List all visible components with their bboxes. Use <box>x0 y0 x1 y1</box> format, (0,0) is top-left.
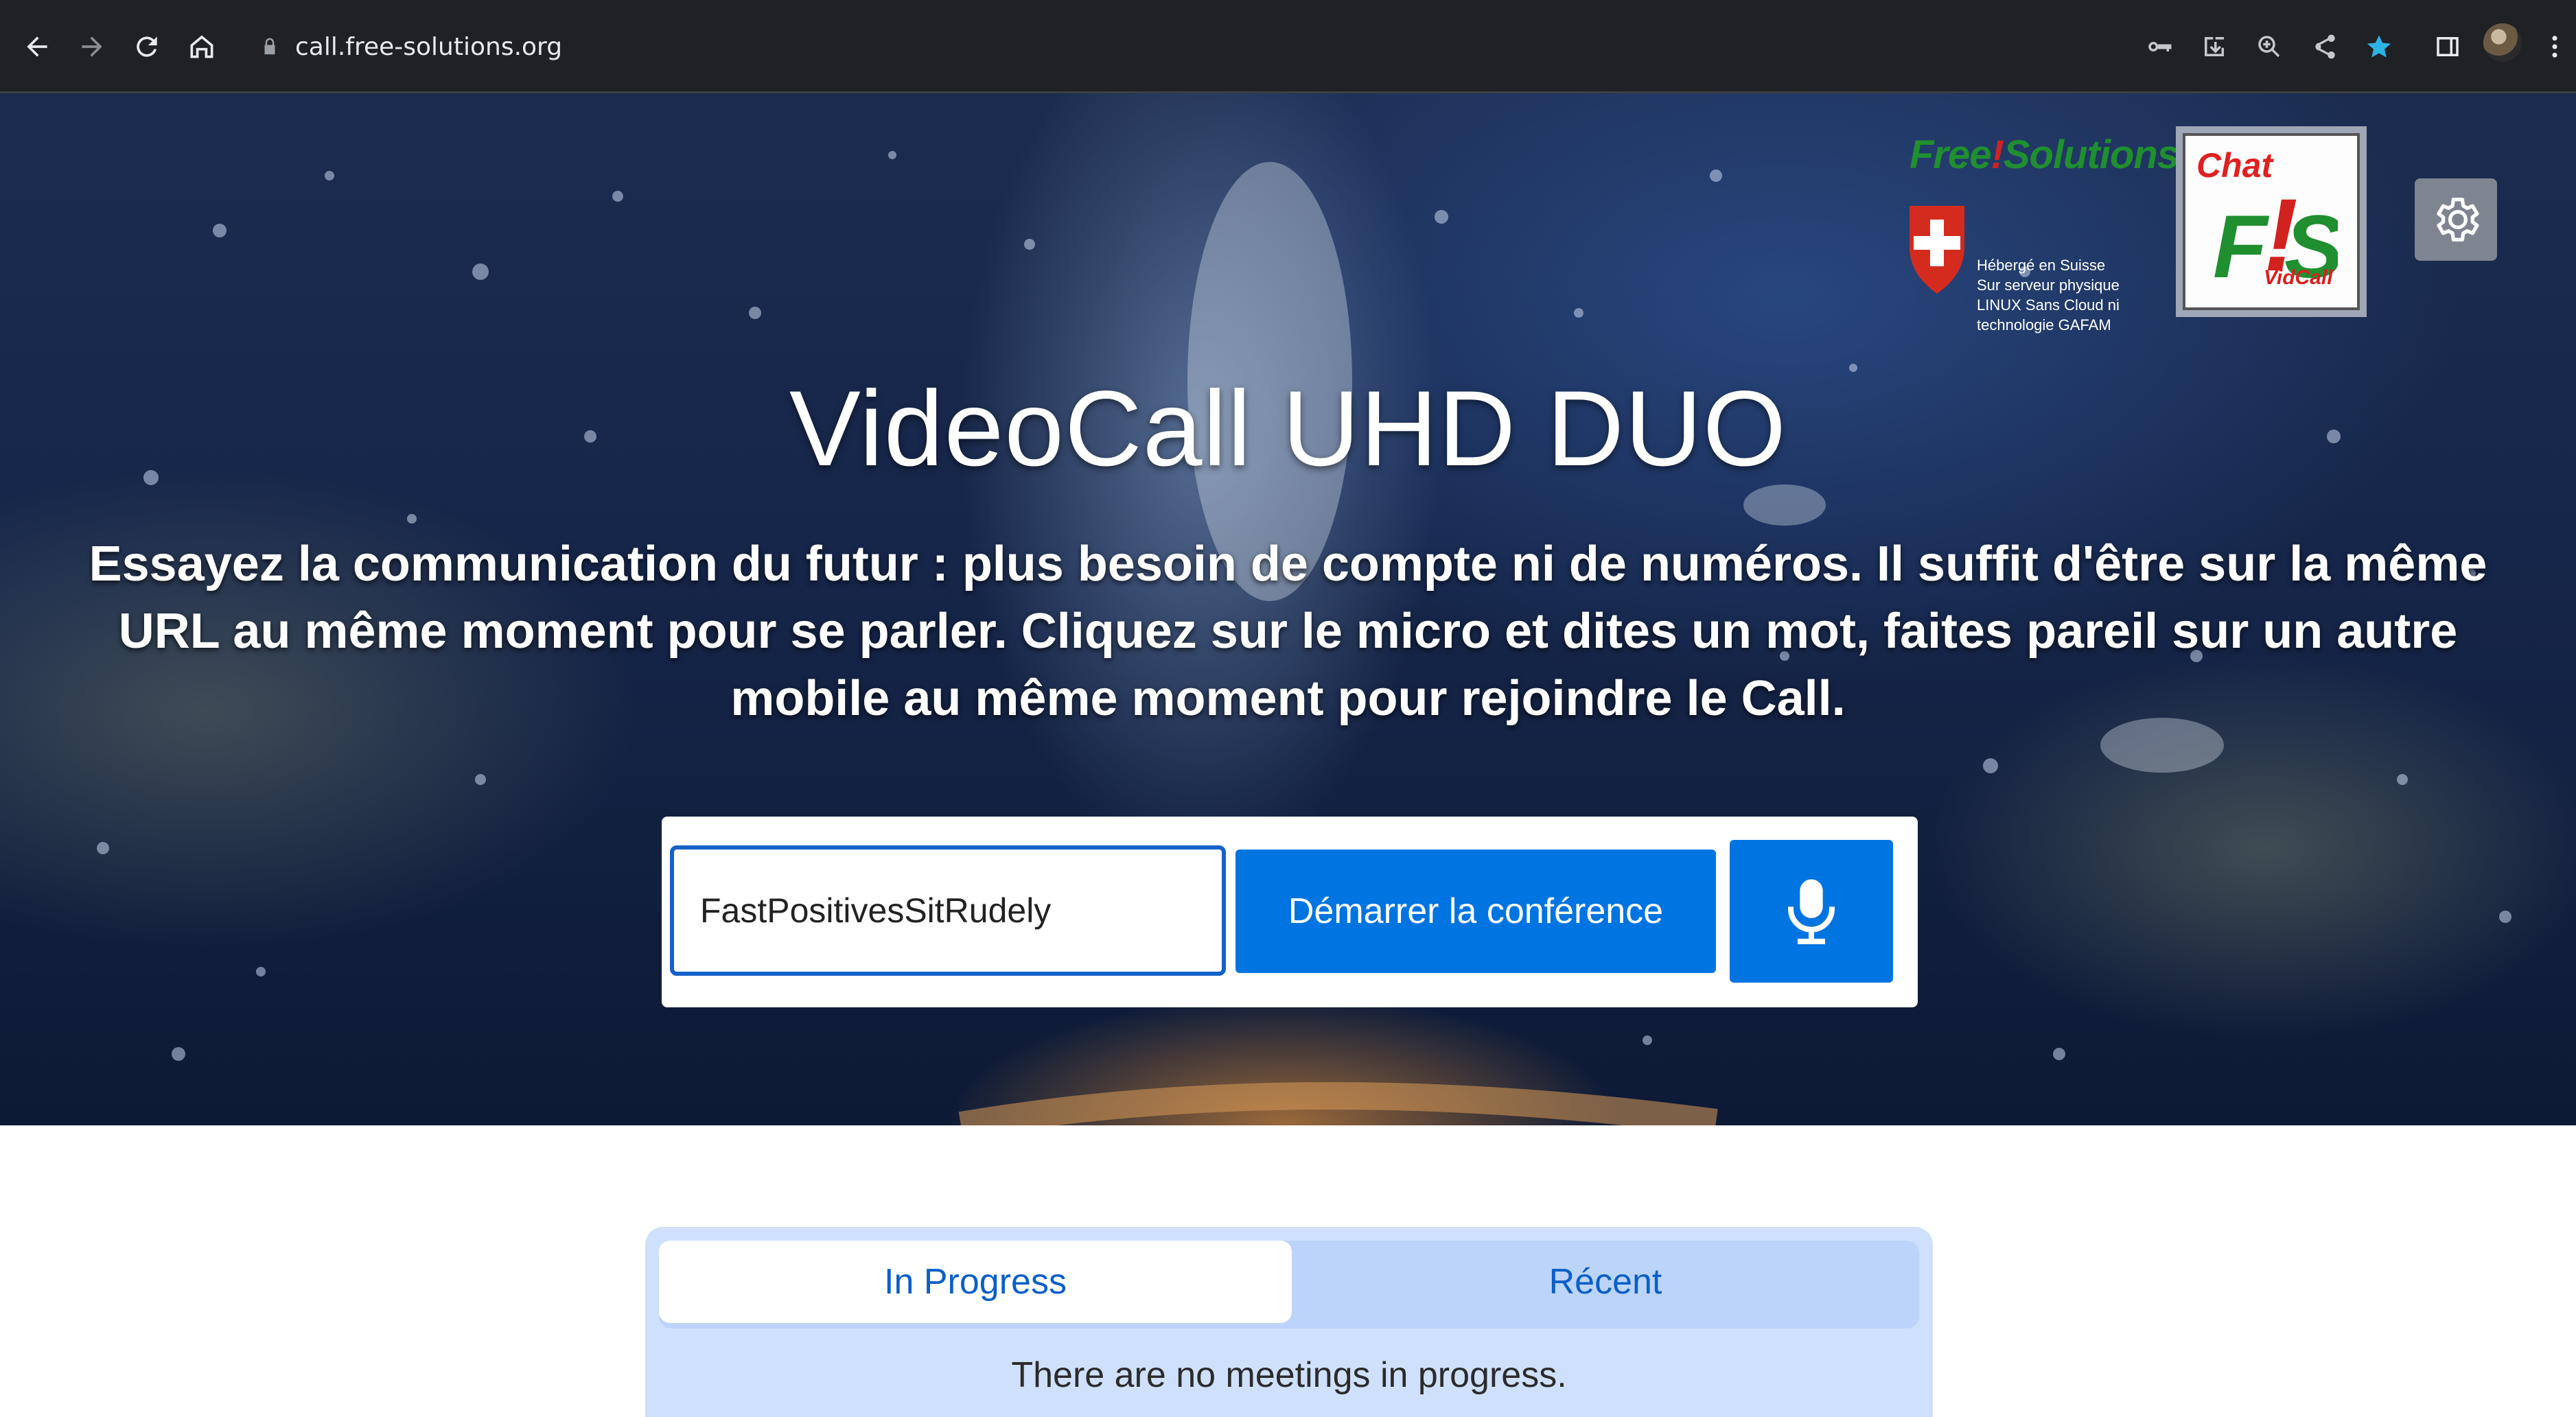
tab-recent[interactable]: Récent <box>1292 1241 1919 1323</box>
share-icon[interactable] <box>2302 25 2346 69</box>
meetings-panel: In Progress Récent There are no meetings… <box>645 1227 1933 1417</box>
tab-in-progress[interactable]: In Progress <box>659 1241 1292 1323</box>
svg-text:F: F <box>2213 196 2270 296</box>
join-form: Démarrer la conférence <box>662 817 1918 1007</box>
home-icon[interactable] <box>180 25 224 69</box>
settings-button[interactable] <box>2415 178 2497 261</box>
install-icon[interactable] <box>2192 25 2236 69</box>
reload-icon[interactable] <box>125 25 169 69</box>
room-name-input[interactable] <box>670 845 1226 976</box>
browser-toolbar: call.free-solutions.org <box>0 0 2576 93</box>
bookmark-star-icon[interactable] <box>2357 25 2401 69</box>
free-solutions-logo: Free!Solutions Hébergé en Suisse Sur ser… <box>1901 132 2179 333</box>
back-icon[interactable] <box>15 25 59 69</box>
menu-icon[interactable] <box>2533 25 2576 69</box>
chat-vidcall-logo: Chat F ! S VidCall <box>2176 126 2367 317</box>
side-panel-icon[interactable] <box>2426 25 2470 69</box>
url-text: call.free-solutions.org <box>295 32 563 61</box>
key-icon[interactable] <box>2137 25 2181 69</box>
hero-section: Free!Solutions Hébergé en Suisse Sur ser… <box>0 93 2576 1125</box>
meetings-tabs: In Progress Récent <box>659 1241 1919 1328</box>
microphone-button[interactable] <box>1730 840 1893 983</box>
hosting-note: Hébergé en Suisse Sur serveur physique L… <box>1977 257 2120 333</box>
empty-meetings-message: There are no meetings in progress. <box>1011 1355 1567 1395</box>
swiss-shield-icon <box>1910 206 1964 294</box>
zoom-icon[interactable] <box>2247 25 2291 69</box>
forward-icon[interactable] <box>70 25 114 69</box>
start-conference-button[interactable]: Démarrer la conférence <box>1235 850 1716 973</box>
lock-icon <box>264 38 275 55</box>
page-title: VideoCall UHD DUO <box>789 369 1787 489</box>
gear-icon <box>2437 198 2479 242</box>
address-bar[interactable]: call.free-solutions.org <box>259 23 562 70</box>
page-subtitle: Essayez la communication du futur : plus… <box>89 537 2487 726</box>
microphone-icon <box>1788 879 1835 944</box>
profile-avatar[interactable] <box>2483 23 2522 62</box>
